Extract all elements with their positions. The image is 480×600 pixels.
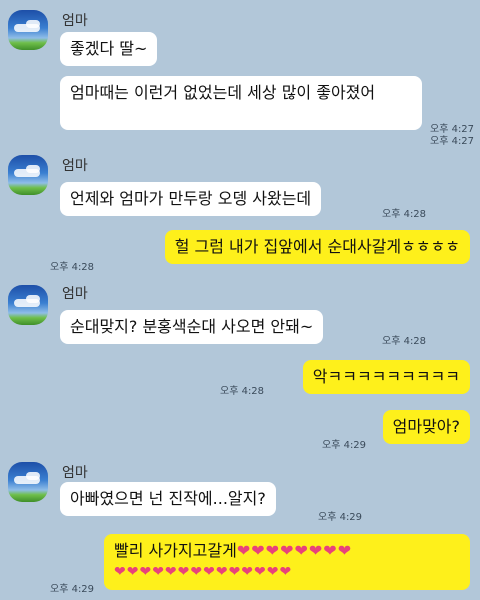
message-timestamp: 오후 4:28 bbox=[50, 262, 95, 273]
message-bubble-incoming[interactable]: 순대맞지? 분홍색순대 사오면 안돼~ bbox=[60, 310, 324, 344]
sender-name: 엄마 bbox=[62, 465, 88, 481]
avatar[interactable] bbox=[8, 462, 48, 502]
message-timestamp: 오후 4:28 bbox=[220, 386, 265, 397]
message-timestamp: 오후 4:27 bbox=[430, 136, 475, 147]
chat-window: 엄마 좋겠다 딸~ 엄마때는 이런거 없었는데 세상 많이 좋아졌어 오후 4:… bbox=[0, 0, 480, 600]
message-bubble-incoming[interactable]: 아빠였으면 넌 진작에...알지? bbox=[60, 482, 276, 516]
heart-icon: ❤❤❤❤❤❤❤❤ bbox=[236, 541, 353, 560]
sender-name: 엄마 bbox=[62, 158, 88, 174]
avatar[interactable] bbox=[8, 285, 48, 325]
message-bubble-incoming[interactable]: 좋겠다 딸~ bbox=[60, 32, 158, 66]
message-bubble-outgoing[interactable]: 악ㅋㅋㅋㅋㅋㅋㅋㅋㅋ bbox=[302, 360, 470, 394]
message-timestamp: 오후 4:28 bbox=[382, 209, 427, 220]
message-bubble-outgoing[interactable]: 엄마맞아? bbox=[382, 410, 470, 444]
message-timestamp: 오후 4:29 bbox=[318, 512, 363, 523]
sender-name: 엄마 bbox=[62, 13, 88, 29]
message-bubble-outgoing[interactable]: 헐 그럼 내가 집앞에서 순대사갈게ㅎㅎㅎㅎ bbox=[164, 230, 470, 264]
sender-name: 엄마 bbox=[62, 286, 88, 302]
message-timestamp: 오후 4:29 bbox=[322, 440, 367, 451]
message-text: 빨리 사가지고갈게 bbox=[114, 541, 237, 560]
message-bubble-incoming[interactable]: 엄마때는 이런거 없었는데 세상 많이 좋아졌어 bbox=[60, 76, 422, 130]
avatar[interactable] bbox=[8, 10, 48, 50]
message-bubble-outgoing[interactable]: 빨리 사가지고갈게❤❤❤❤❤❤❤❤ ❤❤❤❤❤❤❤❤❤❤❤❤❤❤ bbox=[104, 534, 470, 590]
avatar[interactable] bbox=[8, 155, 48, 195]
message-timestamp: 오후 4:29 bbox=[50, 584, 95, 595]
heart-icon: ❤❤❤❤❤❤❤❤❤❤❤❤❤❤ bbox=[114, 564, 293, 580]
message-timestamp: 오후 4:28 bbox=[382, 336, 427, 347]
message-bubble-incoming[interactable]: 언제와 엄마가 만두랑 오뎅 사왔는데 bbox=[60, 182, 322, 216]
